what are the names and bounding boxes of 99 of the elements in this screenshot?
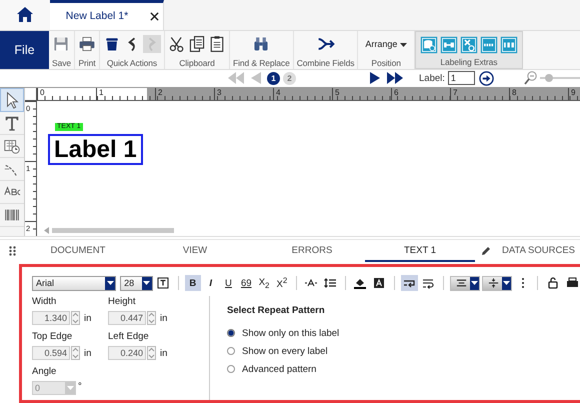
- ruler-number: 3: [214, 88, 273, 100]
- unit-label: in: [84, 348, 92, 359]
- radio-button[interactable]: [227, 329, 235, 338]
- panel-tab[interactable]: DOCUMENT: [25, 240, 131, 262]
- ruler-number: 7: [450, 88, 509, 100]
- zoom-out-icon[interactable]: [524, 71, 537, 86]
- printer-icon[interactable]: [566, 277, 578, 290]
- fill-color-icon[interactable]: [354, 277, 366, 290]
- align-middle-icon: [488, 277, 499, 290]
- ribbon-group-label: Combine Fields: [296, 58, 354, 68]
- double-right-arrow-icon[interactable]: [385, 71, 405, 86]
- label-number-field[interactable]: 1: [448, 71, 475, 86]
- ribbon-group-label: Print: [78, 58, 96, 68]
- panel-tab[interactable]: DATA SOURCES: [497, 240, 580, 262]
- tool-button[interactable]: [0, 88, 24, 112]
- ruler-number: 5: [332, 88, 391, 100]
- padlock-icon[interactable]: [546, 277, 559, 290]
- ruler-number: 0: [37, 88, 96, 100]
- file-tab[interactable]: New Label 1*: [50, 0, 164, 30]
- ribbon-group-label: Find & Replace: [232, 58, 290, 68]
- font-size-dropdown[interactable]: 28: [120, 276, 153, 291]
- text-color-icon[interactable]: [373, 277, 386, 290]
- radio-button[interactable]: [227, 365, 235, 374]
- ruler-number: 9: [568, 88, 580, 100]
- ribbon-group-label: Save: [52, 58, 71, 68]
- ribbon-group-label: Clipboard: [179, 58, 215, 68]
- scissors-icon[interactable]: [168, 34, 186, 53]
- ribbon-group-label: Position: [371, 58, 401, 68]
- serial-number-icon[interactable]: [480, 36, 498, 54]
- option-label: Advanced pattern: [242, 364, 316, 375]
- file-button[interactable]: File: [0, 30, 49, 69]
- panel-tab[interactable]: ERRORS: [259, 240, 365, 262]
- field-label: Left Edge: [108, 331, 150, 342]
- caret-icon: [400, 42, 407, 47]
- section-title: Select Repeat Pattern: [227, 305, 326, 316]
- unit-label: in: [84, 312, 92, 324]
- format-button[interactable]: I: [202, 275, 219, 292]
- sequence-icon[interactable]: [440, 36, 458, 54]
- pencil-icon[interactable]: [481, 246, 491, 256]
- zoom-slider[interactable]: [540, 77, 580, 80]
- drag-handle-icon[interactable]: [9, 246, 16, 256]
- clear-field-icon[interactable]: [460, 36, 478, 54]
- spinner-icon[interactable]: [71, 346, 80, 360]
- alignment-dropdown[interactable]: [482, 276, 512, 291]
- align-center-icon: [456, 277, 467, 290]
- spinner-icon[interactable]: [71, 311, 80, 326]
- option-label: Show only on this label: [242, 328, 340, 339]
- close-icon[interactable]: [150, 12, 160, 21]
- field-label: Width: [32, 296, 58, 308]
- format-button[interactable]: B: [184, 275, 201, 292]
- unit-label: in: [160, 312, 168, 324]
- option-label: Show on every label: [242, 346, 328, 357]
- field-label: Top Edge: [32, 331, 74, 342]
- caret-icon: [106, 281, 114, 286]
- format-button[interactable]: X$_{2}$: [256, 275, 272, 292]
- ruler-number: 8: [509, 88, 568, 100]
- panel-tab[interactable]: VIEW: [131, 240, 259, 262]
- number-icon[interactable]: [500, 36, 518, 54]
- fit-text-icon[interactable]: [157, 277, 170, 290]
- slider-thumb[interactable]: [544, 74, 553, 82]
- database-icon[interactable]: [420, 36, 438, 54]
- format-button[interactable]: 69: [238, 275, 254, 292]
- format-button[interactable]: X$^{2}$: [274, 275, 290, 292]
- font-dropdown[interactable]: Arial: [32, 276, 116, 291]
- format-button[interactable]: U: [220, 275, 236, 292]
- unit-label: in: [160, 348, 168, 359]
- page-button[interactable]: 1: [267, 72, 280, 85]
- text-tool-icon: [3, 114, 21, 132]
- unit-label: °: [78, 381, 82, 392]
- panel-tab[interactable]: TEXT 1: [365, 240, 475, 262]
- home-icon[interactable]: [17, 7, 33, 22]
- right-arrow-icon[interactable]: [368, 71, 382, 86]
- arrange-dropdown[interactable]: Arrange: [361, 38, 411, 49]
- ruler-number: 4: [273, 88, 332, 100]
- ruler-number: 1: [96, 88, 155, 100]
- scrollbar-thumb[interactable]: [52, 228, 174, 233]
- text-object[interactable]: Label 1: [48, 134, 143, 165]
- caret-icon: [470, 281, 478, 286]
- caret-icon: [502, 281, 510, 286]
- radio-button[interactable]: [227, 347, 235, 356]
- floppy-icon[interactable]: [52, 34, 70, 53]
- field-label: Angle: [32, 366, 58, 378]
- spinner-icon[interactable]: [147, 311, 156, 326]
- copy-icon[interactable]: [188, 34, 206, 53]
- text-flow-icon[interactable]: [422, 277, 434, 290]
- ruler-number: 6: [391, 88, 450, 100]
- ribbon-group-label: Quick Actions: [106, 58, 158, 68]
- ruler-number: 2: [155, 88, 214, 100]
- printer-icon[interactable]: [78, 34, 96, 53]
- binoculars-icon[interactable]: [252, 34, 270, 53]
- label-number-label: Label:: [419, 72, 445, 84]
- alignment-dropdown[interactable]: [450, 276, 480, 291]
- caret-icon: [143, 281, 150, 286]
- clipboard-icon[interactable]: [208, 34, 226, 53]
- line-spacing-icon[interactable]: [324, 277, 336, 290]
- field-label: Height: [108, 296, 136, 308]
- spinner-icon[interactable]: [147, 346, 156, 360]
- ribbon-group-label: Labeling Extras: [440, 56, 498, 67]
- caret-icon: [66, 386, 74, 390]
